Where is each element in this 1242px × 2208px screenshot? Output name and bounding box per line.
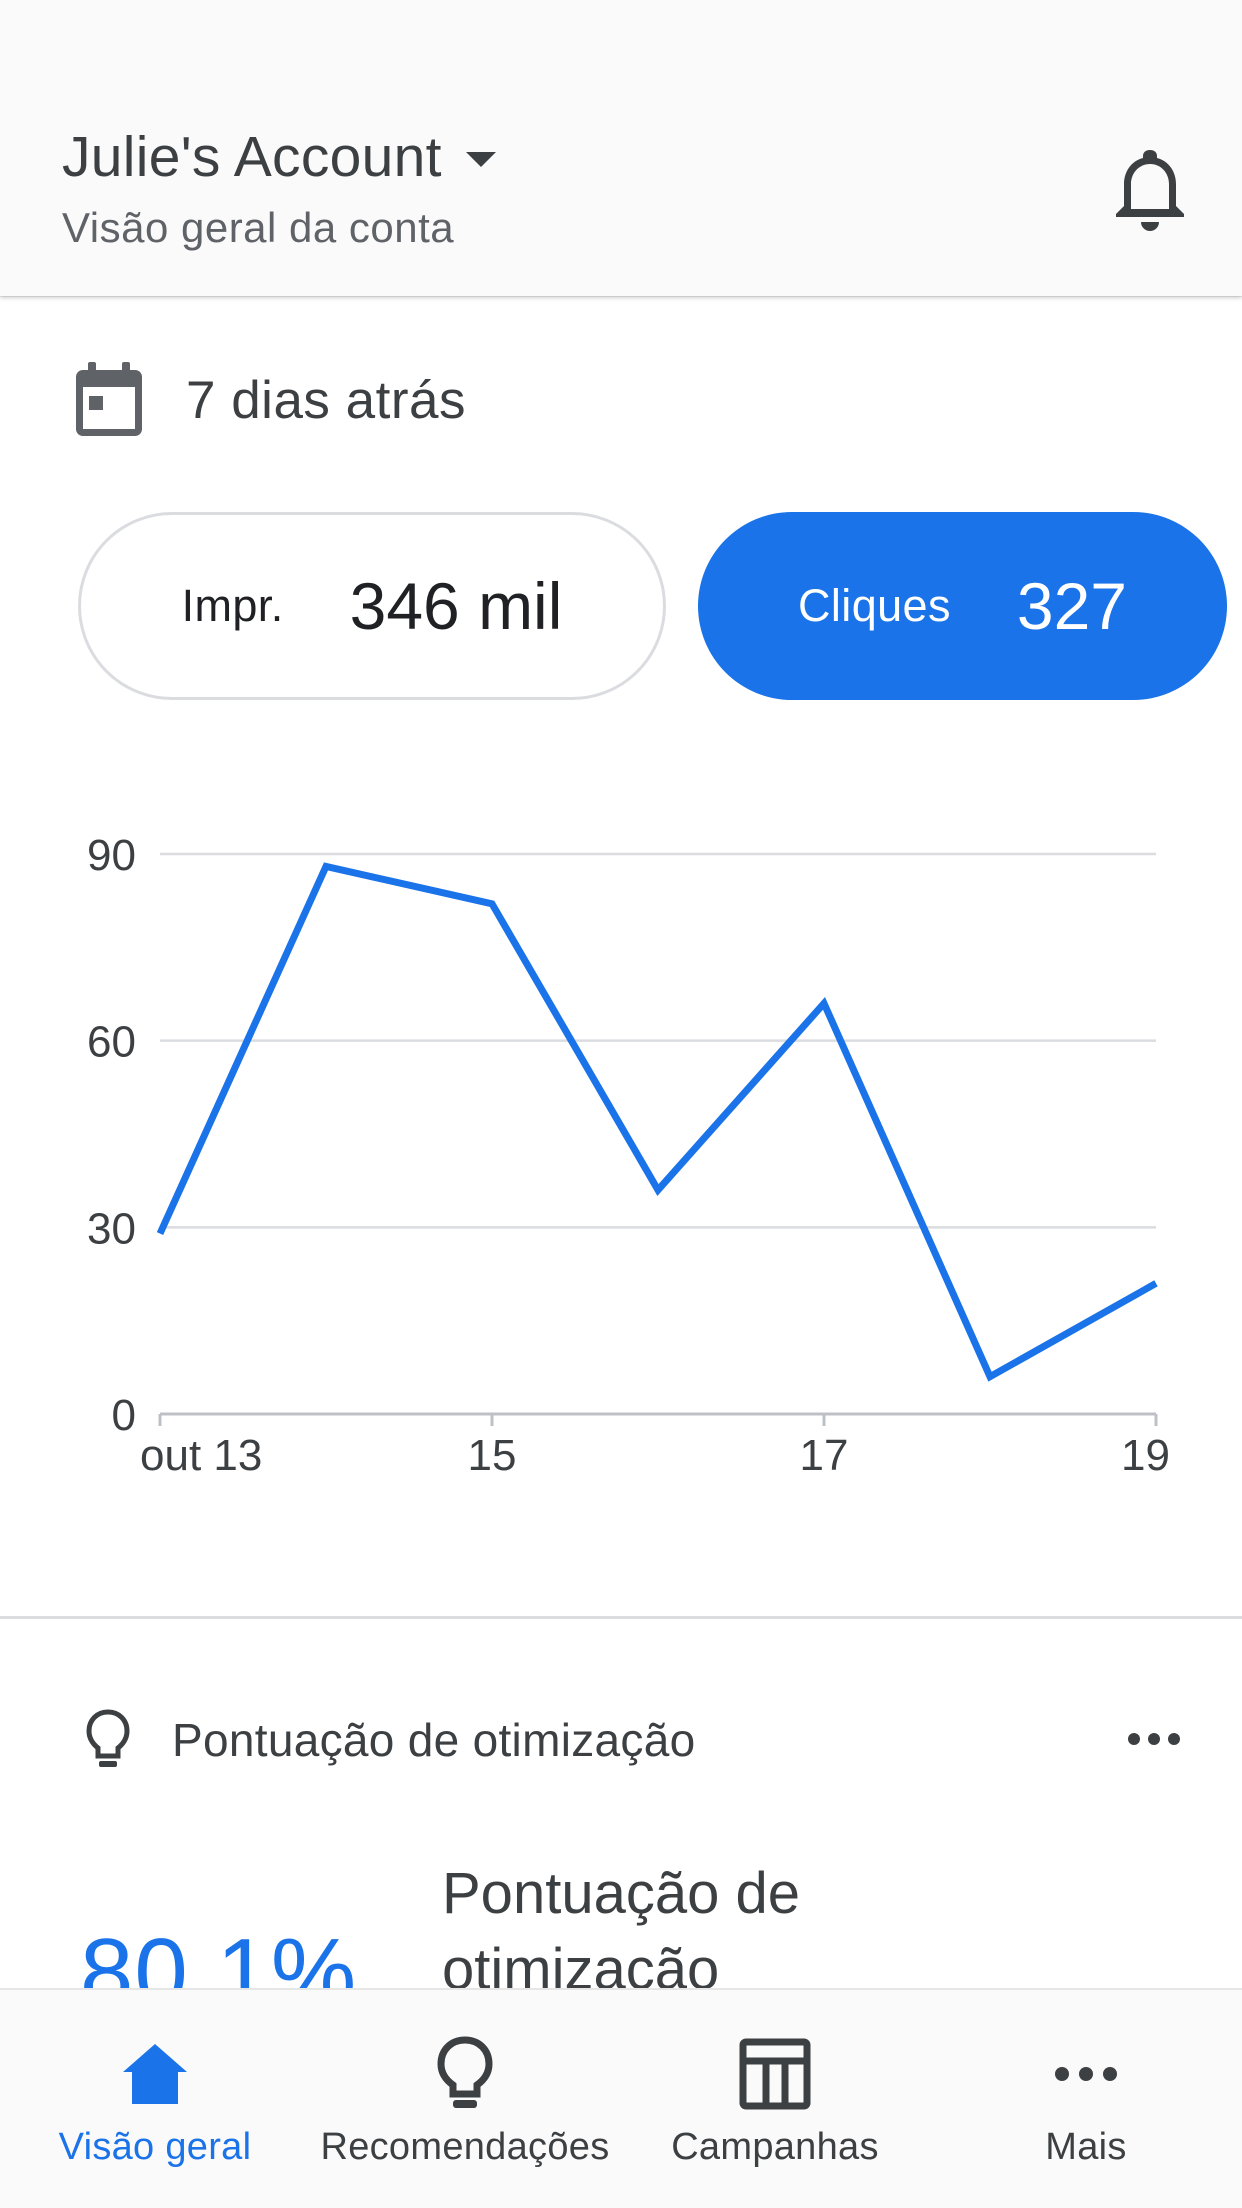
lightbulb-icon (425, 2034, 505, 2114)
nav-label-more: Mais (1045, 2126, 1127, 2168)
nav-label-campaigns: Campanhas (671, 2126, 879, 2168)
more-horizontal-icon (1046, 2034, 1126, 2114)
app-header: Julie's Account Visão geral da conta (0, 0, 1242, 296)
clicks-metric-chip[interactable]: Cliques 327 (698, 512, 1227, 700)
date-range-label: 7 dias atrás (186, 370, 466, 430)
impressions-value: 346 mil (349, 569, 563, 643)
y-tick-label: 90 (87, 831, 136, 880)
y-tick-label: 30 (87, 1204, 136, 1253)
more-options-icon[interactable] (1124, 1714, 1184, 1764)
nav-item-more[interactable]: Mais (930, 1990, 1242, 2208)
clicks-value: 327 (1016, 569, 1127, 643)
y-tick-label: 60 (87, 1018, 136, 1067)
optimization-score-heading: Pontuação de otimização (442, 1861, 800, 2002)
bell-icon[interactable] (1110, 144, 1190, 234)
bottom-navigation: Visão geral Recomendações Campanhas Mais (0, 1988, 1242, 2208)
nav-label-recommendations: Recomendações (320, 2126, 610, 2168)
optimization-card-header: Pontuação de otimização (84, 1700, 1184, 1780)
account-switcher[interactable]: Julie's Account (62, 124, 496, 190)
series-line (156, 862, 1158, 1382)
x-tick-label: 15 (468, 1431, 517, 1480)
x-tick-label: out 13 (140, 1431, 262, 1480)
y-tick-label: 0 (112, 1391, 136, 1440)
nav-item-overview[interactable]: Visão geral (0, 1990, 310, 2208)
impressions-metric-chip[interactable]: Impr. 346 mil (78, 512, 666, 700)
nav-item-campaigns[interactable]: Campanhas (620, 1990, 930, 2208)
nav-label-overview: Visão geral (58, 2126, 252, 2168)
app-screen: Julie's Account Visão geral da conta 7 d… (0, 0, 1242, 2208)
campaigns-grid-icon (735, 2034, 815, 2114)
account-name: Julie's Account (62, 125, 442, 189)
nav-item-recommendations[interactable]: Recomendações (310, 1990, 620, 2208)
home-icon (115, 2034, 195, 2114)
date-range-selector[interactable]: 7 dias atrás (72, 360, 466, 440)
x-tick-label: 19 (1121, 1431, 1170, 1480)
x-tick-label: 17 (800, 1431, 849, 1480)
optimization-section-title: Pontuação de otimização (172, 1714, 696, 1766)
dropdown-caret-icon (465, 151, 496, 167)
calendar-icon (76, 362, 142, 436)
account-subtitle: Visão geral da conta (62, 204, 455, 251)
impressions-label: Impr. (181, 580, 284, 631)
lightbulb-icon (86, 1709, 130, 1767)
section-divider (0, 1616, 1242, 1619)
clicks-label: Cliques (798, 580, 951, 631)
clicks-line-chart: 0 30 60 90 out 13 15 17 19 (87, 831, 1170, 1480)
